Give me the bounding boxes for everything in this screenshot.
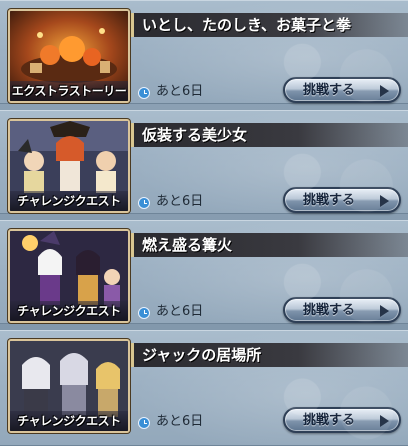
quest-thumbnail[interactable]: チャレンジクエスト	[8, 229, 130, 323]
quest-list: エクストラストーリー いとし、たのしき、お菓子と拳 あと6日 挑戦する チャレン…	[0, 0, 408, 446]
remaining-time: あと6日	[156, 194, 204, 209]
remaining-time: あと6日	[156, 84, 204, 99]
clock-icon	[138, 87, 150, 99]
challenge-button-label: 挑戦する	[303, 303, 356, 318]
quest-thumbnail[interactable]: チャレンジクエスト	[8, 339, 130, 433]
quest-title-bar: ジャックの居場所	[131, 343, 408, 367]
quest-title-bar: 燃え盛る篝火	[131, 233, 408, 257]
quest-thumbnail[interactable]: エクストラストーリー	[8, 9, 130, 103]
quest-title-bar: 仮装する美少女	[131, 123, 408, 147]
quest-category-label: チャレンジクエスト	[10, 411, 128, 431]
play-arrow-icon	[380, 195, 389, 207]
play-arrow-icon	[380, 85, 389, 97]
quest-thumbnail[interactable]: チャレンジクエスト	[8, 119, 130, 213]
remaining-time: あと6日	[156, 304, 204, 319]
quest-category-label: チャレンジクエスト	[10, 301, 128, 321]
quest-row[interactable]: チャレンジクエスト ジャックの居場所 あと6日 挑戦する	[0, 330, 408, 446]
quest-title: いとし、たのしき、お菓子と拳	[142, 16, 351, 34]
quest-category-label: エクストラストーリー	[10, 81, 128, 101]
quest-title: 燃え盛る篝火	[142, 236, 233, 254]
play-arrow-icon	[380, 415, 389, 427]
challenge-button[interactable]: 挑戦する	[283, 77, 401, 103]
remaining-time: あと6日	[156, 414, 204, 429]
clock-icon	[138, 417, 150, 429]
challenge-button-label: 挑戦する	[303, 193, 356, 208]
challenge-button-label: 挑戦する	[303, 413, 356, 428]
clock-icon	[138, 307, 150, 319]
play-arrow-icon	[380, 305, 389, 317]
quest-title-bar: いとし、たのしき、お菓子と拳	[131, 13, 408, 37]
quest-row[interactable]: エクストラストーリー いとし、たのしき、お菓子と拳 あと6日 挑戦する	[0, 0, 408, 104]
quest-row[interactable]: チャレンジクエスト 燃え盛る篝火 あと6日 挑戦する	[0, 220, 408, 324]
challenge-button-label: 挑戦する	[303, 83, 356, 98]
challenge-button[interactable]: 挑戦する	[283, 187, 401, 213]
quest-title: 仮装する美少女	[142, 126, 248, 144]
quest-title: ジャックの居場所	[142, 346, 262, 364]
quest-category-label: チャレンジクエスト	[10, 191, 128, 211]
clock-icon	[138, 197, 150, 209]
quest-row[interactable]: チャレンジクエスト 仮装する美少女 あと6日 挑戦する	[0, 110, 408, 214]
challenge-button[interactable]: 挑戦する	[283, 297, 401, 323]
challenge-button[interactable]: 挑戦する	[283, 407, 401, 433]
